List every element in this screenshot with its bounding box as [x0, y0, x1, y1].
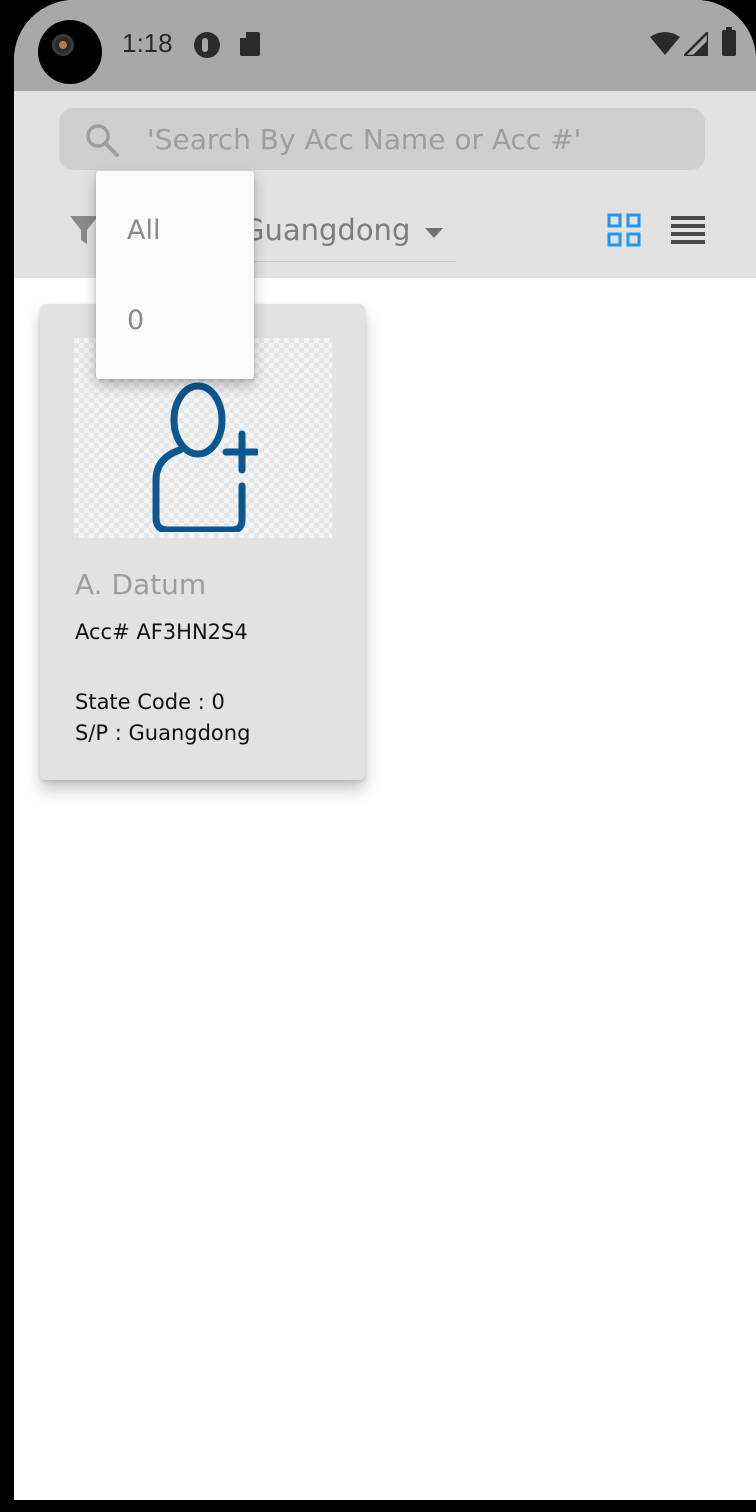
search-input[interactable]: [147, 120, 687, 158]
add-user-icon: [152, 382, 258, 532]
dropdown-option-0[interactable]: 0: [96, 277, 254, 365]
chevron-down-icon: [425, 228, 443, 238]
status-bar: 1:18: [14, 0, 756, 91]
device-frame: 1:18 'Search By Acc Name or Acc #' Guang…: [0, 0, 756, 1512]
account-number: Acc# AF3HN2S4: [75, 620, 248, 644]
camera-lens: [52, 34, 74, 56]
battery-icon: [722, 27, 736, 56]
signal-icon: [684, 32, 708, 56]
account-sp: S/P : Guangdong: [75, 721, 251, 745]
search-bar[interactable]: [59, 108, 705, 170]
state-dropdown-menu: All 0: [96, 171, 254, 379]
front-camera: [38, 20, 102, 84]
dropdown-option-all[interactable]: All: [96, 187, 254, 275]
data-saver-icon: [194, 32, 220, 58]
state-dropdown-value: Guangdong: [242, 213, 411, 247]
account-name: A. Datum: [75, 568, 207, 601]
account-state-code: State Code : 0: [75, 690, 225, 714]
filter-icon[interactable]: [69, 214, 99, 246]
list-view-icon[interactable]: [670, 215, 706, 247]
search-icon: [86, 124, 119, 157]
app-screen: 1:18 'Search By Acc Name or Acc #' Guang…: [14, 0, 756, 1500]
wifi-icon: [650, 32, 680, 55]
sd-card-icon: [240, 32, 260, 56]
grid-view-icon[interactable]: [607, 213, 641, 247]
status-time: 1:18: [122, 28, 173, 58]
